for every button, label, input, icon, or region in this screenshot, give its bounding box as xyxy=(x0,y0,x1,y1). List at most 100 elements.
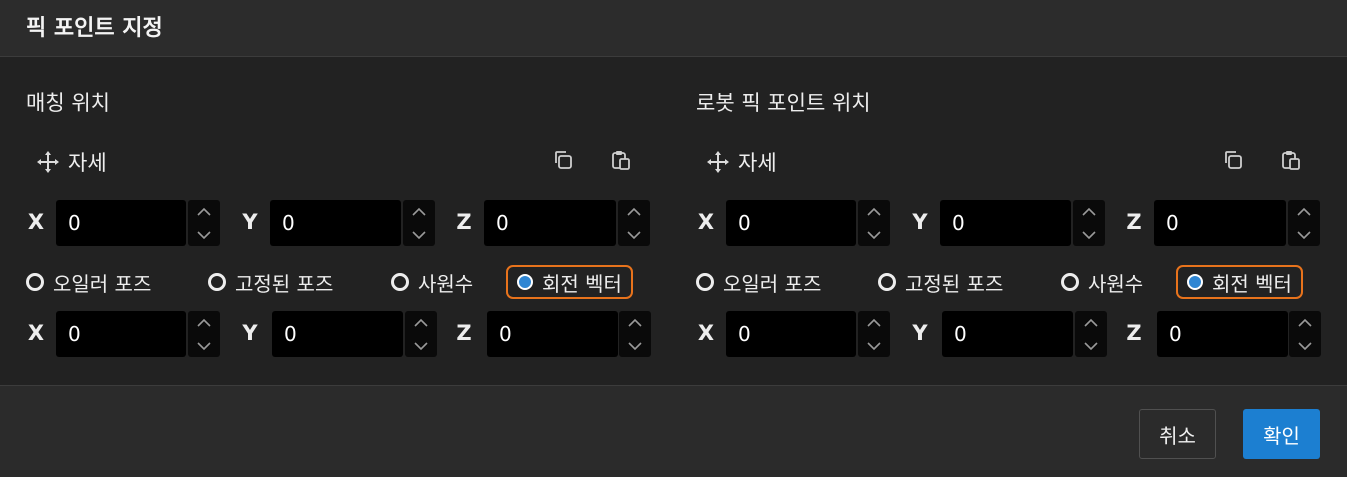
radio-dot xyxy=(208,273,226,291)
dialog-title: 픽 포인트 지정 xyxy=(26,16,163,41)
z-axis-label: Z xyxy=(456,321,472,345)
position-x-spinner[interactable] xyxy=(188,200,220,246)
radio-label: 사원수 xyxy=(418,271,474,296)
position-z-spinner[interactable] xyxy=(1288,200,1320,246)
position-y-spinner[interactable] xyxy=(403,200,435,246)
position-y-input[interactable]: 0 xyxy=(270,200,401,246)
chevron-up-icon[interactable] xyxy=(858,200,890,223)
chevron-up-icon[interactable] xyxy=(1289,311,1321,334)
position-x-input[interactable]: 0 xyxy=(726,200,856,246)
chevron-up-icon[interactable] xyxy=(618,200,650,223)
position-y-spinner[interactable] xyxy=(1073,200,1105,246)
rotation-y-input[interactable]: 0 xyxy=(272,311,403,357)
radio-label: 고정된 포즈 xyxy=(235,271,334,296)
rotation-row: X 0 Y 0 Z 0 xyxy=(696,311,1336,357)
radio-quaternion[interactable]: 사원수 xyxy=(391,265,473,299)
rotation-mode-group: 오일러 포즈 고정된 포즈 사원수 회전 벡터 xyxy=(696,265,1336,299)
position-z-value: 0 xyxy=(496,211,509,235)
chevron-up-icon[interactable] xyxy=(1075,311,1107,334)
cancel-button[interactable]: 취소 xyxy=(1139,409,1216,459)
rotation-y-spinner[interactable] xyxy=(405,311,437,357)
chevron-down-icon[interactable] xyxy=(619,334,651,357)
chevron-down-icon[interactable] xyxy=(403,223,435,246)
y-axis-label: Y xyxy=(242,321,258,345)
rotation-x-spinner[interactable] xyxy=(188,311,220,357)
rotation-x-spinner[interactable] xyxy=(858,311,890,357)
radio-rotation-vector[interactable]: 회전 벡터 xyxy=(1176,265,1303,299)
radio-dot xyxy=(1061,273,1079,291)
section-title: 로봇 픽 포인트 위치 xyxy=(696,91,871,115)
chevron-up-icon[interactable] xyxy=(619,311,651,334)
chevron-up-icon[interactable] xyxy=(188,200,220,223)
rotation-y-value: 0 xyxy=(954,322,967,346)
copy-icon[interactable] xyxy=(1222,149,1244,171)
confirm-button[interactable]: 확인 xyxy=(1243,409,1320,459)
rotation-z-value: 0 xyxy=(499,322,512,346)
paste-icon[interactable] xyxy=(1280,149,1302,171)
position-row: X 0 Y 0 Z 0 xyxy=(696,200,1336,246)
rotation-y-input[interactable]: 0 xyxy=(942,311,1073,357)
radio-dot xyxy=(391,273,409,291)
rotation-row: X 0 Y 0 Z 0 xyxy=(26,311,666,357)
radio-dot xyxy=(26,273,44,291)
dialog-footer: 취소 확인 xyxy=(0,386,1347,477)
rotation-z-spinner[interactable] xyxy=(619,311,651,357)
chevron-up-icon[interactable] xyxy=(403,200,435,223)
position-z-value: 0 xyxy=(1166,211,1179,235)
dialog-content: 매칭 위치 자세 X 0 Y 0 Z 0 오일러 포즈 고정된 포즈 사원수 회… xyxy=(0,57,1347,386)
chevron-up-icon[interactable] xyxy=(1288,200,1320,223)
x-axis-label: X xyxy=(697,210,715,234)
position-x-value: 0 xyxy=(738,211,751,235)
radio-euler-pose[interactable]: 오일러 포즈 xyxy=(26,265,151,299)
rotation-x-value: 0 xyxy=(68,322,81,346)
position-y-input[interactable]: 0 xyxy=(940,200,1071,246)
chevron-down-icon[interactable] xyxy=(858,223,890,246)
z-axis-label: Z xyxy=(1126,210,1142,234)
radio-quaternion[interactable]: 사원수 xyxy=(1061,265,1143,299)
chevron-up-icon[interactable] xyxy=(1073,200,1105,223)
pose-header: 자세 xyxy=(36,147,107,177)
chevron-up-icon[interactable] xyxy=(858,311,890,334)
radio-fixed-pose[interactable]: 고정된 포즈 xyxy=(208,265,333,299)
chevron-down-icon[interactable] xyxy=(1075,334,1107,357)
x-axis-label: X xyxy=(27,321,45,345)
position-x-value: 0 xyxy=(68,211,81,235)
pose-label: 자세 xyxy=(738,151,777,175)
rotation-y-spinner[interactable] xyxy=(1075,311,1107,357)
position-x-spinner[interactable] xyxy=(858,200,890,246)
rotation-x-value: 0 xyxy=(738,322,751,346)
rotation-z-spinner[interactable] xyxy=(1289,311,1321,357)
paste-icon[interactable] xyxy=(610,149,632,171)
chevron-down-icon[interactable] xyxy=(1289,334,1321,357)
position-z-input[interactable]: 0 xyxy=(484,200,616,246)
chevron-down-icon[interactable] xyxy=(1073,223,1105,246)
position-z-spinner[interactable] xyxy=(618,200,650,246)
chevron-up-icon[interactable] xyxy=(188,311,220,334)
radio-rotation-vector[interactable]: 회전 벡터 xyxy=(506,265,633,299)
z-axis-label: Z xyxy=(1126,321,1142,345)
position-y-value: 0 xyxy=(952,211,965,235)
rotation-z-input[interactable]: 0 xyxy=(487,311,618,357)
chevron-down-icon[interactable] xyxy=(858,334,890,357)
position-x-input[interactable]: 0 xyxy=(56,200,186,246)
radio-fixed-pose[interactable]: 고정된 포즈 xyxy=(878,265,1003,299)
y-axis-label: Y xyxy=(242,210,258,234)
move-icon xyxy=(37,151,59,173)
chevron-down-icon[interactable] xyxy=(188,223,220,246)
move-icon xyxy=(707,151,729,173)
copy-icon[interactable] xyxy=(552,149,574,171)
chevron-down-icon[interactable] xyxy=(405,334,437,357)
y-axis-label: Y xyxy=(912,210,928,234)
radio-label: 회전 벡터 xyxy=(542,271,622,296)
chevron-down-icon[interactable] xyxy=(1288,223,1320,246)
rotation-x-input[interactable]: 0 xyxy=(726,311,856,357)
rotation-z-input[interactable]: 0 xyxy=(1157,311,1288,357)
position-z-input[interactable]: 0 xyxy=(1154,200,1286,246)
position-y-value: 0 xyxy=(282,211,295,235)
radio-label: 회전 벡터 xyxy=(1212,271,1292,296)
radio-euler-pose[interactable]: 오일러 포즈 xyxy=(696,265,821,299)
chevron-down-icon[interactable] xyxy=(188,334,220,357)
chevron-down-icon[interactable] xyxy=(618,223,650,246)
rotation-x-input[interactable]: 0 xyxy=(56,311,186,357)
chevron-up-icon[interactable] xyxy=(405,311,437,334)
